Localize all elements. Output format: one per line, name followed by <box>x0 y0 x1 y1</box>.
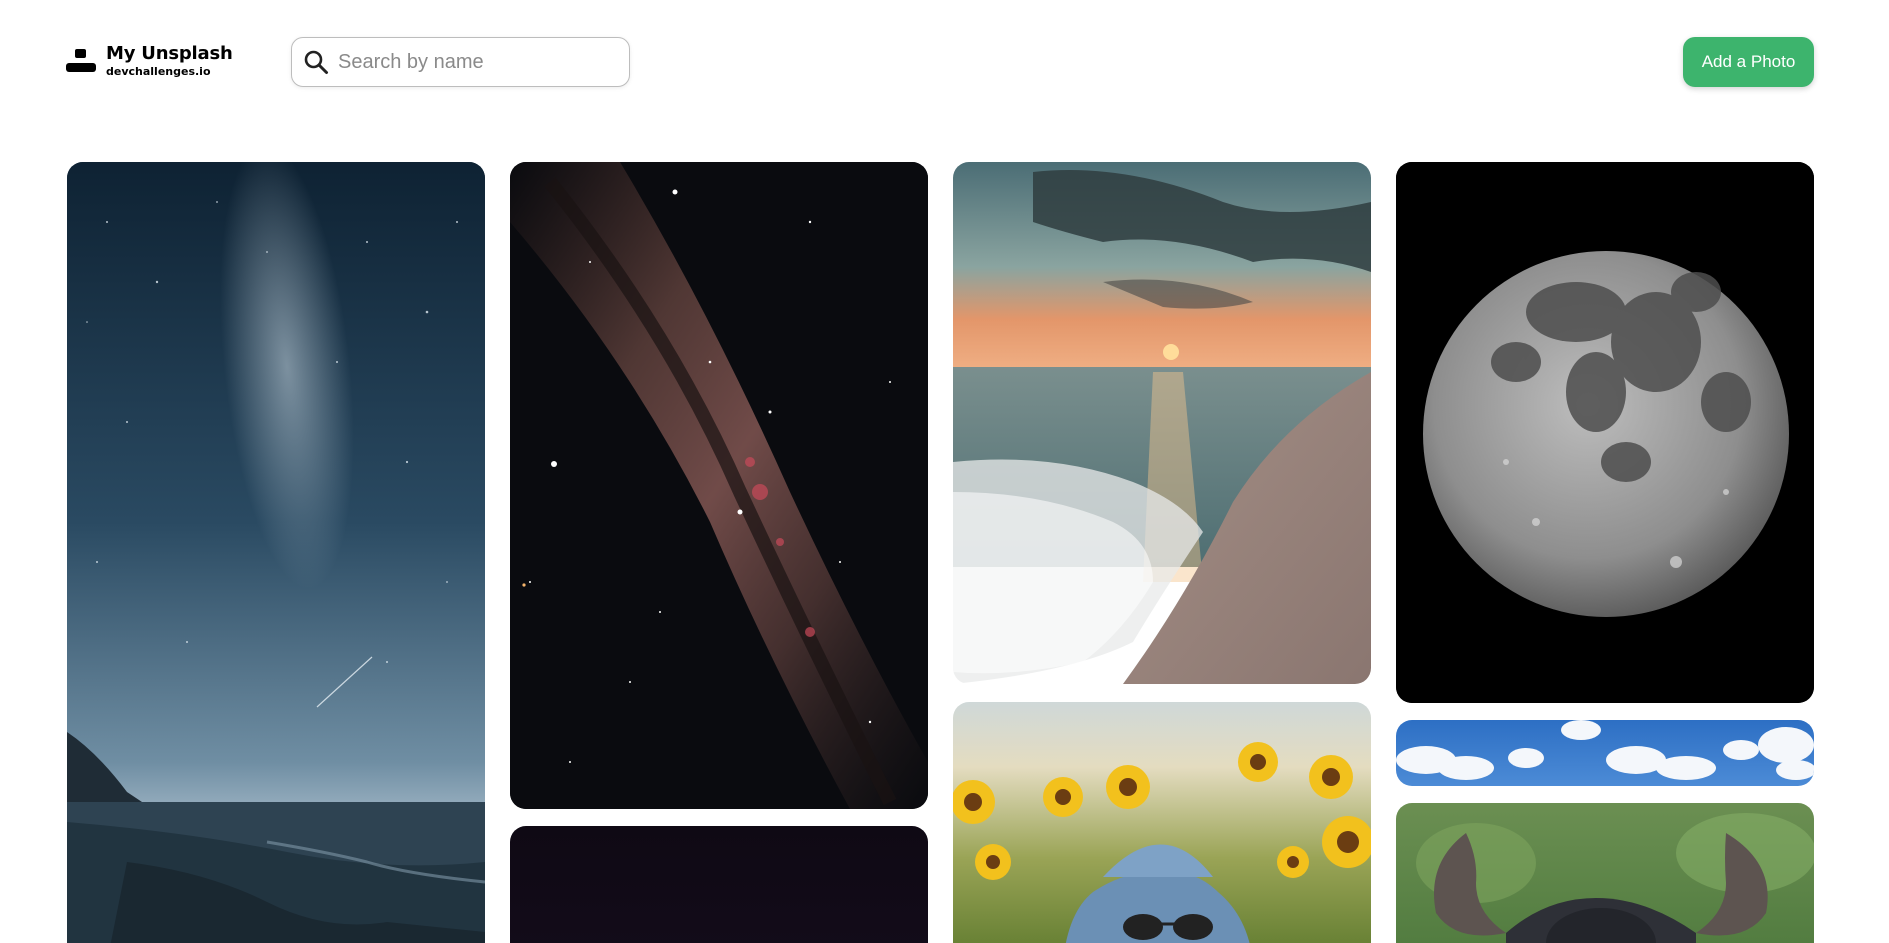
photo-blue-sky-clouds[interactable] <box>1396 720 1814 786</box>
photo-dark-starry-sky[interactable] <box>510 826 928 943</box>
photo-milky-way-over-sea[interactable] <box>67 162 485 943</box>
search-icon <box>302 48 330 76</box>
photo-milky-way-galaxy[interactable] <box>510 162 928 809</box>
search-input[interactable] <box>338 50 608 74</box>
add-photo-button[interactable]: Add a Photo <box>1683 37 1814 87</box>
app-subtitle: devchallenges.io <box>106 65 211 78</box>
photo-buffalo[interactable] <box>1396 803 1814 943</box>
app-title: My Unsplash <box>106 43 233 64</box>
app-logo[interactable]: My Unsplash devchallenges.io <box>66 43 233 79</box>
photo-sunflower-with-hat[interactable] <box>953 702 1371 943</box>
photo-sunset-beach[interactable] <box>953 162 1371 684</box>
logo-text: My Unsplash devchallenges.io <box>106 43 233 78</box>
user-icon <box>66 49 96 79</box>
search-box[interactable] <box>291 37 630 87</box>
photo-full-moon[interactable] <box>1396 162 1814 703</box>
